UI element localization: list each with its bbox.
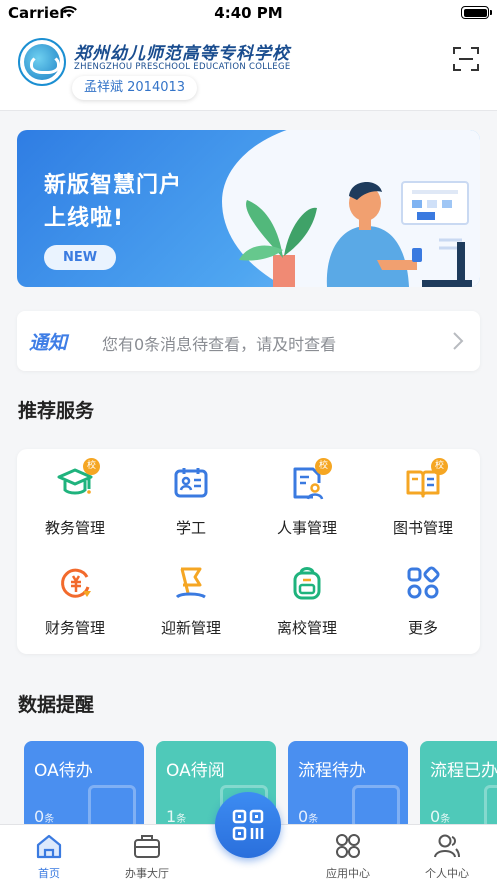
card-title: OA待阅 bbox=[166, 761, 225, 781]
user-icon bbox=[434, 834, 460, 858]
tab-label: 办事大厅 bbox=[125, 867, 169, 880]
card-count: 1条 bbox=[166, 807, 187, 825]
user-badge[interactable]: 孟祥斌 2014013 bbox=[72, 76, 198, 100]
clipboard-icon bbox=[88, 785, 136, 825]
new-badge: NEW bbox=[44, 245, 116, 270]
service-label: 教务管理 bbox=[44, 519, 105, 537]
apps-icon bbox=[336, 834, 360, 858]
notice-bar[interactable]: 通知 您有0条消息待查看，请及时查看 bbox=[17, 311, 480, 371]
card-title: 流程待办 bbox=[298, 761, 366, 781]
banner-illustration bbox=[239, 181, 472, 287]
service-label: 人事管理 bbox=[276, 519, 337, 537]
chevron-right-icon bbox=[453, 332, 464, 350]
service-freshman[interactable]: 迎新管理 bbox=[133, 549, 249, 649]
tab-label: 个人中心 bbox=[425, 867, 469, 880]
clipboard-icon bbox=[484, 785, 497, 825]
service-library[interactable]: 校 图书管理 bbox=[365, 449, 481, 549]
tab-profile[interactable]: 个人中心 bbox=[402, 825, 492, 883]
school-badge: 校 bbox=[315, 458, 332, 475]
header-divider bbox=[0, 110, 497, 111]
tab-app-center[interactable]: 应用中心 bbox=[303, 825, 393, 883]
tab-label: 应用中心 bbox=[326, 867, 370, 880]
card-title: 流程已办 bbox=[430, 761, 497, 781]
finance-coin-icon bbox=[61, 568, 91, 598]
qr-code-button[interactable] bbox=[215, 792, 281, 858]
service-label: 更多 bbox=[407, 619, 438, 637]
service-personnel[interactable]: 校 人事管理 bbox=[249, 449, 365, 549]
more-grid-icon bbox=[407, 566, 440, 599]
school-name-en: ZHENGZHOU PRESCHOOL EDUCATION COLLEGE bbox=[74, 62, 291, 72]
school-badge: 校 bbox=[431, 458, 448, 475]
scan-icon[interactable] bbox=[453, 46, 479, 72]
card-count: 0条 bbox=[34, 807, 55, 825]
data-reminders-title: 数据提醒 bbox=[18, 694, 95, 716]
card-count: 0条 bbox=[430, 807, 451, 825]
service-label: 图书管理 bbox=[392, 519, 453, 537]
header: 郑州幼儿师范高等专科学校 ZHENGZHOU PRESCHOOL EDUCATI… bbox=[0, 26, 497, 110]
qr-code-icon bbox=[232, 809, 264, 841]
card-title: OA待办 bbox=[34, 761, 93, 781]
card-oa-todo[interactable]: OA待办 0条 bbox=[24, 741, 144, 825]
service-label: 财务管理 bbox=[44, 619, 105, 637]
service-finance[interactable]: 财务管理 bbox=[17, 549, 133, 649]
school-name-cn: 郑州幼儿师范高等专科学校 bbox=[74, 44, 290, 64]
tab-service-hall[interactable]: 办事大厅 bbox=[102, 825, 192, 883]
services-grid: 校 教务管理 学工 校 人事管理 校 图书管理 财务管理 迎新管理 离校管理 更… bbox=[17, 449, 480, 654]
card-flow-todo[interactable]: 流程待办 0条 bbox=[288, 741, 408, 825]
backpack-icon bbox=[293, 567, 321, 600]
clock: 4:40 PM bbox=[214, 4, 283, 22]
service-label: 学工 bbox=[175, 519, 206, 537]
clipboard-icon bbox=[352, 785, 400, 825]
banner-headline-line2: 上线啦! bbox=[44, 206, 125, 231]
tab-home[interactable]: 首页 bbox=[4, 825, 94, 883]
service-label: 离校管理 bbox=[276, 619, 337, 637]
card-count: 0条 bbox=[298, 807, 319, 825]
notice-tag: 通知 bbox=[29, 332, 68, 354]
service-leaving[interactable]: 离校管理 bbox=[249, 549, 365, 649]
home-icon bbox=[36, 834, 62, 859]
service-student-affairs[interactable]: 学工 bbox=[133, 449, 249, 549]
service-more[interactable]: 更多 bbox=[365, 549, 481, 649]
school-logo bbox=[18, 38, 66, 86]
tab-label: 首页 bbox=[38, 867, 60, 880]
battery-icon bbox=[461, 6, 492, 19]
services-title: 推荐服务 bbox=[18, 400, 95, 422]
service-label: 迎新管理 bbox=[160, 619, 221, 637]
briefcase-icon bbox=[134, 835, 160, 858]
status-bar: Carrier 4:40 PM bbox=[0, 0, 497, 26]
notice-text: 您有0条消息待查看，请及时查看 bbox=[102, 335, 337, 354]
card-flow-done[interactable]: 流程已办 0条 bbox=[420, 741, 497, 825]
school-badge: 校 bbox=[83, 458, 100, 475]
id-card-icon bbox=[174, 468, 208, 498]
promo-banner[interactable]: 新版智慧门户 上线啦! NEW bbox=[17, 130, 480, 287]
welcome-flag-icon bbox=[175, 567, 206, 599]
banner-headline-line1: 新版智慧门户 bbox=[44, 173, 183, 198]
service-academic[interactable]: 校 教务管理 bbox=[17, 449, 133, 549]
